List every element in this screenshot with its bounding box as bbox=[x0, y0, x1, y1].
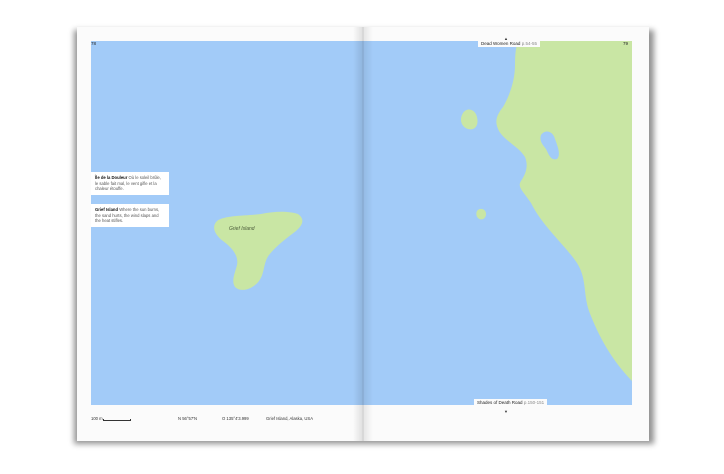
open-book: 78 79 ▲ Dead Women Road p.54-55 Shades o… bbox=[77, 27, 649, 441]
top-running-head-ref: p.54-55 bbox=[521, 41, 537, 46]
left-page-number: 78 bbox=[91, 41, 97, 46]
note-french-title: Île de la Douleur bbox=[95, 175, 128, 180]
bottom-running-head-title: Shades of Death Road bbox=[477, 400, 523, 405]
bottom-running-head[interactable]: Shades of Death Road p.150-151 bbox=[474, 399, 548, 406]
book-gutter bbox=[353, 27, 373, 441]
arrow-down-icon[interactable]: ▼ bbox=[504, 409, 508, 414]
latitude: N 56°57′N bbox=[178, 416, 197, 421]
place-name: Grief Island, Alaska, USA bbox=[266, 416, 314, 421]
scale-bar bbox=[103, 419, 131, 421]
note-english-title: Grief Island bbox=[95, 207, 119, 212]
note-french: Île de la Douleur Où le soleil brûle, le… bbox=[91, 172, 169, 195]
right-page-number: 79 bbox=[623, 41, 629, 46]
bottom-running-head-ref: p.150-151 bbox=[523, 400, 545, 405]
top-running-head-title: Dead Women Road bbox=[481, 41, 521, 46]
note-english: Grief Island Where the sun burns, the sa… bbox=[91, 204, 169, 227]
top-running-head[interactable]: Dead Women Road p.54-55 bbox=[478, 40, 540, 47]
island-label: Grief Island bbox=[229, 226, 255, 232]
longitude: O 135°4′3.999 bbox=[222, 416, 249, 421]
scale-label: 100 m bbox=[91, 416, 103, 421]
